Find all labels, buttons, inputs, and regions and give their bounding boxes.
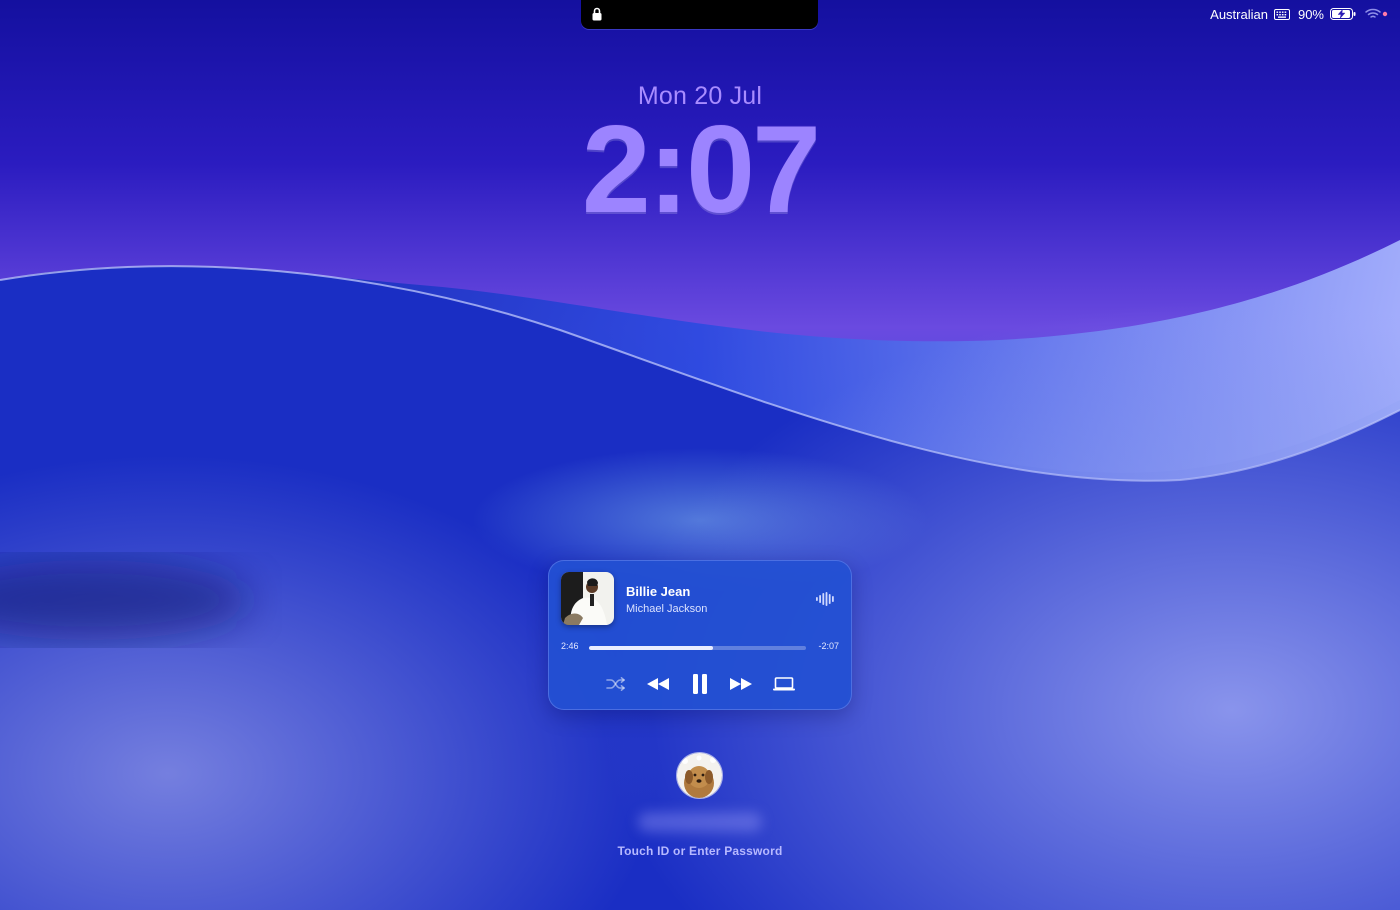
pause-button[interactable] xyxy=(688,673,712,695)
menu-bar-status: Australian 90% xyxy=(1210,5,1388,23)
playback-progress-fill xyxy=(589,646,713,650)
remaining-time: -2:07 xyxy=(818,641,839,651)
login-hint: Touch ID or Enter Password xyxy=(617,844,783,858)
wifi-status[interactable] xyxy=(1364,8,1388,20)
wifi-icon xyxy=(1365,8,1388,18)
fast-forward-icon xyxy=(730,678,752,690)
battery-charging-icon xyxy=(1330,8,1356,20)
user-avatar[interactable] xyxy=(677,753,722,798)
track-title: Billie Jean xyxy=(626,584,691,599)
track-artist: Michael Jackson xyxy=(626,603,708,615)
playback-scrubber[interactable] xyxy=(589,646,806,650)
elapsed-time: 2:46 xyxy=(561,641,579,651)
battery-percent: 90% xyxy=(1297,6,1324,22)
keyboard-icon xyxy=(1273,8,1290,20)
shuffle-button[interactable] xyxy=(605,673,627,695)
camera-notch xyxy=(581,0,818,29)
playback-controls xyxy=(548,673,852,695)
audio-output-button[interactable] xyxy=(771,673,797,695)
lock-icon xyxy=(592,7,602,21)
battery-status[interactable]: 90% xyxy=(1298,7,1356,22)
laptop-output-icon xyxy=(773,677,795,691)
album-art xyxy=(561,572,614,625)
rewind-icon xyxy=(647,678,669,690)
fast-forward-button[interactable] xyxy=(728,673,754,695)
waveform-icon[interactable] xyxy=(816,592,834,606)
username-blurred xyxy=(638,812,762,832)
input-source-menu[interactable]: Australian xyxy=(1210,7,1290,22)
rewind-button[interactable] xyxy=(645,673,671,695)
lock-time: 2:07 xyxy=(581,101,821,239)
shuffle-icon xyxy=(606,677,625,691)
pause-icon xyxy=(693,674,707,694)
now-playing-widget: Billie Jean Michael Jackson 2:46 -2:07 xyxy=(548,560,852,710)
input-source-label: Australian xyxy=(1210,6,1268,22)
